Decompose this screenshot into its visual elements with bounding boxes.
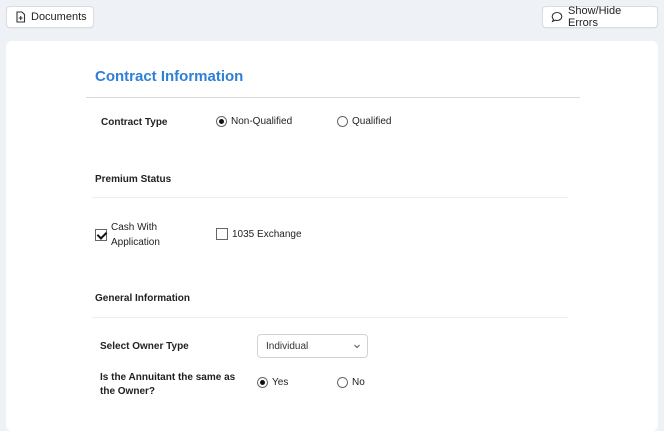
chevron-down-icon — [353, 342, 361, 353]
owner-type-label: Select Owner Type — [100, 341, 189, 352]
chat-bubble-icon — [551, 11, 563, 23]
general-information-heading: General Information — [95, 293, 191, 304]
contract-type-label: Contract Type — [101, 117, 168, 128]
exchange-1035-option[interactable]: 1035 Exchange — [216, 228, 302, 240]
radio-yes-label: Yes — [272, 377, 289, 388]
radio-annuitant-yes[interactable]: Yes — [257, 377, 288, 388]
radio-button-selected[interactable] — [257, 377, 268, 388]
radio-non-qualified[interactable]: Non-Qualified — [216, 116, 292, 127]
section-title: Contract Information — [95, 68, 244, 85]
radio-button[interactable] — [337, 377, 348, 388]
radio-annuitant-no[interactable]: No — [337, 377, 365, 388]
cash-with-application-label: Cash With Application — [111, 222, 160, 248]
show-hide-errors-label: Show/Hide Errors — [568, 5, 622, 29]
owner-type-select[interactable]: Individual — [257, 334, 368, 358]
exchange-1035-label: 1035 Exchange — [232, 228, 302, 240]
exchange-1035-checkbox[interactable] — [216, 228, 228, 240]
radio-no-label: No — [352, 377, 365, 388]
premium-status-heading: Premium Status — [95, 174, 172, 185]
radio-qualified[interactable]: Qualified — [337, 116, 391, 127]
cash-with-application-checkbox[interactable] — [95, 229, 107, 241]
annuitant-same-label: Is the Annuitant the same as the Owner? — [100, 372, 236, 397]
document-add-icon — [15, 11, 26, 23]
radio-button-selected[interactable] — [216, 116, 227, 127]
radio-non-qualified-label: Non-Qualified — [231, 116, 293, 127]
radio-qualified-label: Qualified — [352, 116, 392, 127]
documents-button-label: Documents — [31, 11, 87, 23]
documents-button[interactable]: Documents — [6, 6, 94, 28]
premium-divider — [92, 197, 568, 198]
title-divider — [86, 97, 580, 98]
radio-button[interactable] — [337, 116, 348, 127]
owner-type-value: Individual — [266, 340, 309, 352]
form-card: Contract Information Contract Type Non-Q… — [6, 41, 658, 431]
general-divider — [92, 317, 568, 318]
show-hide-errors-button[interactable]: Show/Hide Errors — [542, 5, 658, 29]
